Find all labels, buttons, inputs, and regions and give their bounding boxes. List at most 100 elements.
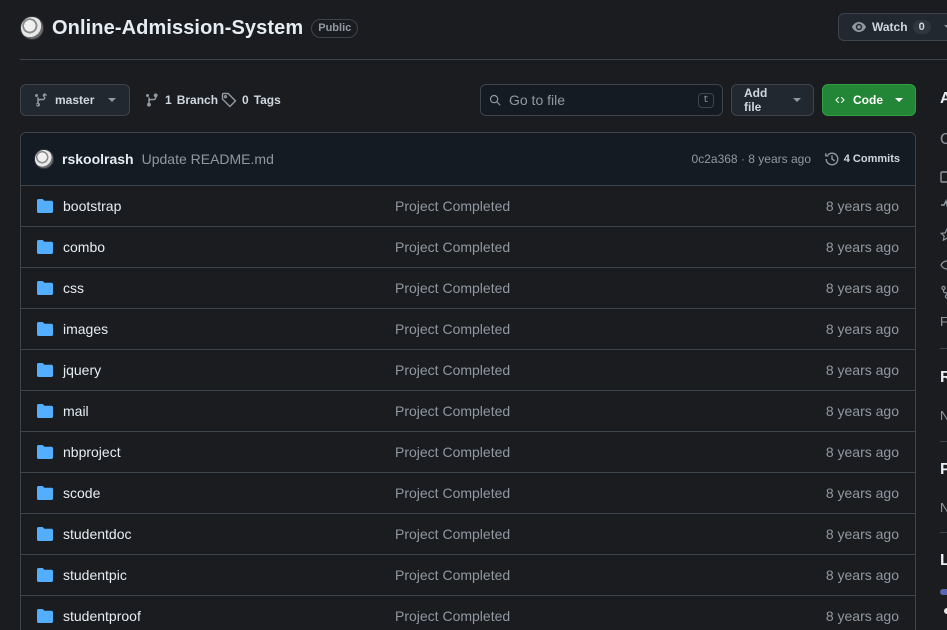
language-bar-segment — [940, 589, 947, 595]
file-commit-message[interactable]: Project Completed — [395, 485, 510, 501]
commit-message[interactable]: Update README.md — [142, 151, 274, 167]
file-row[interactable]: mail Project Completed 8 years ago — [21, 391, 915, 432]
history-icon — [824, 152, 839, 166]
sidebar-divider — [940, 348, 947, 349]
commit-separator: · — [740, 152, 745, 166]
file-row[interactable]: bootstrap Project Completed 8 years ago — [21, 186, 915, 227]
about-heading: A — [940, 90, 947, 107]
about-sidebar: A O F R N P N L — [940, 84, 947, 630]
file-date: 8 years ago — [825, 485, 899, 501]
sidebar-divider — [940, 441, 947, 442]
commit-author[interactable]: rskoolrash — [62, 151, 134, 167]
tag-icon — [221, 92, 237, 108]
file-list: rskoolrash Update README.md 0c2a368 · 8 … — [20, 132, 916, 630]
file-name[interactable]: studentdoc — [63, 526, 395, 542]
file-name[interactable]: mail — [63, 403, 395, 419]
folder-icon — [37, 486, 53, 500]
header-divider — [20, 59, 947, 60]
folder-icon — [37, 240, 53, 254]
file-name[interactable]: jquery — [63, 362, 395, 378]
folder-icon — [37, 363, 53, 377]
file-commit-message[interactable]: Project Completed — [395, 198, 510, 214]
book-icon — [940, 171, 947, 183]
fork-icon — [941, 285, 947, 299]
file-commit-message[interactable]: Project Completed — [395, 403, 510, 419]
file-name[interactable]: combo — [63, 239, 395, 255]
file-commit-message[interactable]: Project Completed — [395, 526, 510, 542]
latest-commit-bar: rskoolrash Update README.md 0c2a368 · 8 … — [21, 133, 915, 186]
file-name[interactable]: css — [63, 280, 395, 296]
watch-label: Watch — [872, 20, 908, 34]
commit-time: 8 years ago — [748, 152, 811, 166]
packages-heading[interactable]: P — [940, 461, 947, 479]
file-date: 8 years ago — [825, 239, 899, 255]
repo-name[interactable]: Online-Admission-System — [52, 17, 303, 40]
folder-icon — [37, 445, 53, 459]
add-file-label: Add file — [744, 86, 768, 114]
code-button[interactable]: Code — [822, 84, 916, 116]
watch-count: 0 — [912, 20, 931, 34]
folder-icon — [37, 199, 53, 213]
search-input[interactable] — [508, 92, 690, 108]
releases-text: N — [940, 408, 947, 423]
folder-icon — [37, 281, 53, 295]
file-row[interactable]: studentdoc Project Completed 8 years ago — [21, 514, 915, 555]
file-commit-message[interactable]: Project Completed — [395, 239, 510, 255]
commits-label: 4 Commits — [843, 153, 900, 165]
file-row[interactable]: jquery Project Completed 8 years ago — [21, 350, 915, 391]
file-commit-message[interactable]: Project Completed — [395, 362, 510, 378]
tags-link[interactable]: 0 Tags — [221, 84, 281, 116]
file-commit-message[interactable]: Project Completed — [395, 321, 510, 337]
folder-icon — [37, 568, 53, 582]
file-date: 8 years ago — [825, 403, 899, 419]
code-label: Code — [853, 93, 883, 107]
file-row[interactable]: studentproof Project Completed 8 years ago — [21, 596, 915, 630]
file-row[interactable]: nbproject Project Completed 8 years ago — [21, 432, 915, 473]
file-name[interactable]: studentpic — [63, 567, 395, 583]
sidebar-divider — [940, 532, 947, 533]
file-name[interactable]: images — [63, 321, 395, 337]
file-date: 8 years ago — [825, 444, 899, 460]
file-commit-message[interactable]: Project Completed — [395, 608, 510, 624]
owner-avatar[interactable] — [20, 16, 44, 40]
file-row[interactable]: scode Project Completed 8 years ago — [21, 473, 915, 514]
watch-button[interactable]: Watch 0 — [838, 13, 947, 41]
file-name[interactable]: nbproject — [63, 444, 395, 460]
file-row[interactable]: studentpic Project Completed 8 years ago — [21, 555, 915, 596]
activity-icon — [941, 198, 947, 208]
commits-link[interactable]: 4 Commits — [824, 151, 900, 167]
repo-header: Online-Admission-System Public — [20, 14, 359, 42]
chevron-down-icon — [108, 98, 117, 102]
file-commit-message[interactable]: Project Completed — [395, 567, 510, 583]
folder-icon — [37, 609, 53, 623]
file-row[interactable]: images Project Completed 8 years ago — [21, 309, 915, 350]
file-rows: bootstrap Project Completed 8 years ago com… — [21, 186, 915, 630]
file-commit-message[interactable]: Project Completed — [395, 444, 510, 460]
file-name[interactable]: studentproof — [63, 608, 395, 624]
file-date: 8 years ago — [825, 526, 899, 542]
languages-heading: L — [940, 552, 947, 569]
branches-link[interactable]: 1 Branch — [144, 84, 218, 116]
branch-label: master — [55, 93, 95, 107]
file-date: 8 years ago — [825, 608, 899, 624]
packages-text: N — [940, 500, 947, 515]
commit-hash[interactable]: 0c2a368 — [692, 152, 738, 166]
file-row[interactable]: css Project Completed 8 years ago — [21, 268, 915, 309]
file-name[interactable]: scode — [63, 485, 395, 501]
tags-count: 0 — [242, 93, 249, 107]
file-row[interactable]: combo Project Completed 8 years ago — [21, 227, 915, 268]
commit-author-avatar[interactable] — [34, 149, 54, 169]
folder-icon — [37, 404, 53, 418]
add-file-button[interactable]: Add file — [731, 84, 814, 116]
shortcut-hint: t — [697, 92, 714, 108]
branch-select-button[interactable]: master — [20, 84, 130, 116]
file-name[interactable]: bootstrap — [63, 198, 395, 214]
file-date: 8 years ago — [825, 362, 899, 378]
git-branch-icon — [35, 93, 47, 107]
folder-icon — [37, 527, 53, 541]
git-branch-icon — [146, 93, 158, 107]
file-commit-message[interactable]: Project Completed — [395, 280, 510, 296]
releases-heading[interactable]: R — [940, 369, 947, 387]
go-to-file-search[interactable]: t — [480, 84, 723, 116]
file-date: 8 years ago — [825, 321, 899, 337]
